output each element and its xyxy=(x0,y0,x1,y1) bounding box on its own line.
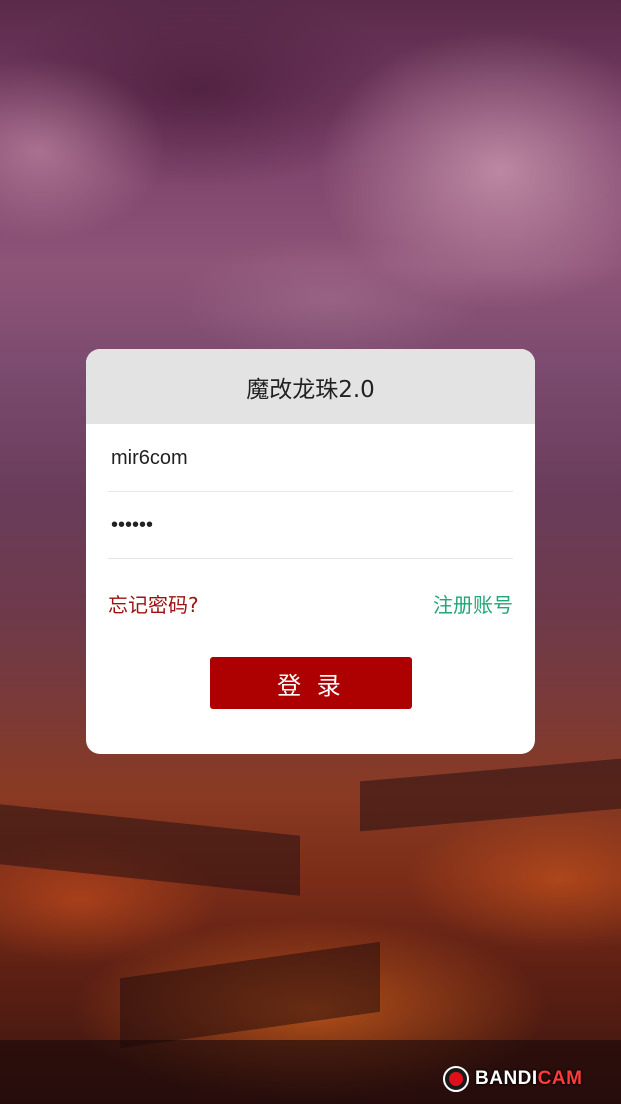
rock-shape xyxy=(0,804,300,896)
record-icon xyxy=(443,1066,469,1092)
password-input[interactable] xyxy=(108,513,513,537)
watermark-text: BANDICAM xyxy=(475,1068,582,1090)
forgot-password-link[interactable]: 忘记密码? xyxy=(108,589,199,618)
password-field xyxy=(108,492,513,559)
login-title: 魔改龙珠2.0 xyxy=(246,376,375,403)
register-link[interactable]: 注册账号 xyxy=(433,589,513,618)
login-card-header: 魔改龙珠2.0 xyxy=(86,349,535,424)
rock-shape xyxy=(120,941,380,1049)
login-card: 魔改龙珠2.0 忘记密码? 注册账号 登 录 xyxy=(86,349,535,754)
username-field xyxy=(108,425,513,492)
username-input[interactable] xyxy=(108,446,513,470)
watermark-brand-part2: CAM xyxy=(537,1068,583,1089)
watermark-brand-part1: BANDI xyxy=(475,1068,538,1089)
login-links: 忘记密码? 注册账号 xyxy=(108,589,513,618)
login-button[interactable]: 登 录 xyxy=(210,657,412,709)
bandicam-watermark: BANDICAM xyxy=(443,1066,582,1092)
rock-shape xyxy=(360,758,621,832)
